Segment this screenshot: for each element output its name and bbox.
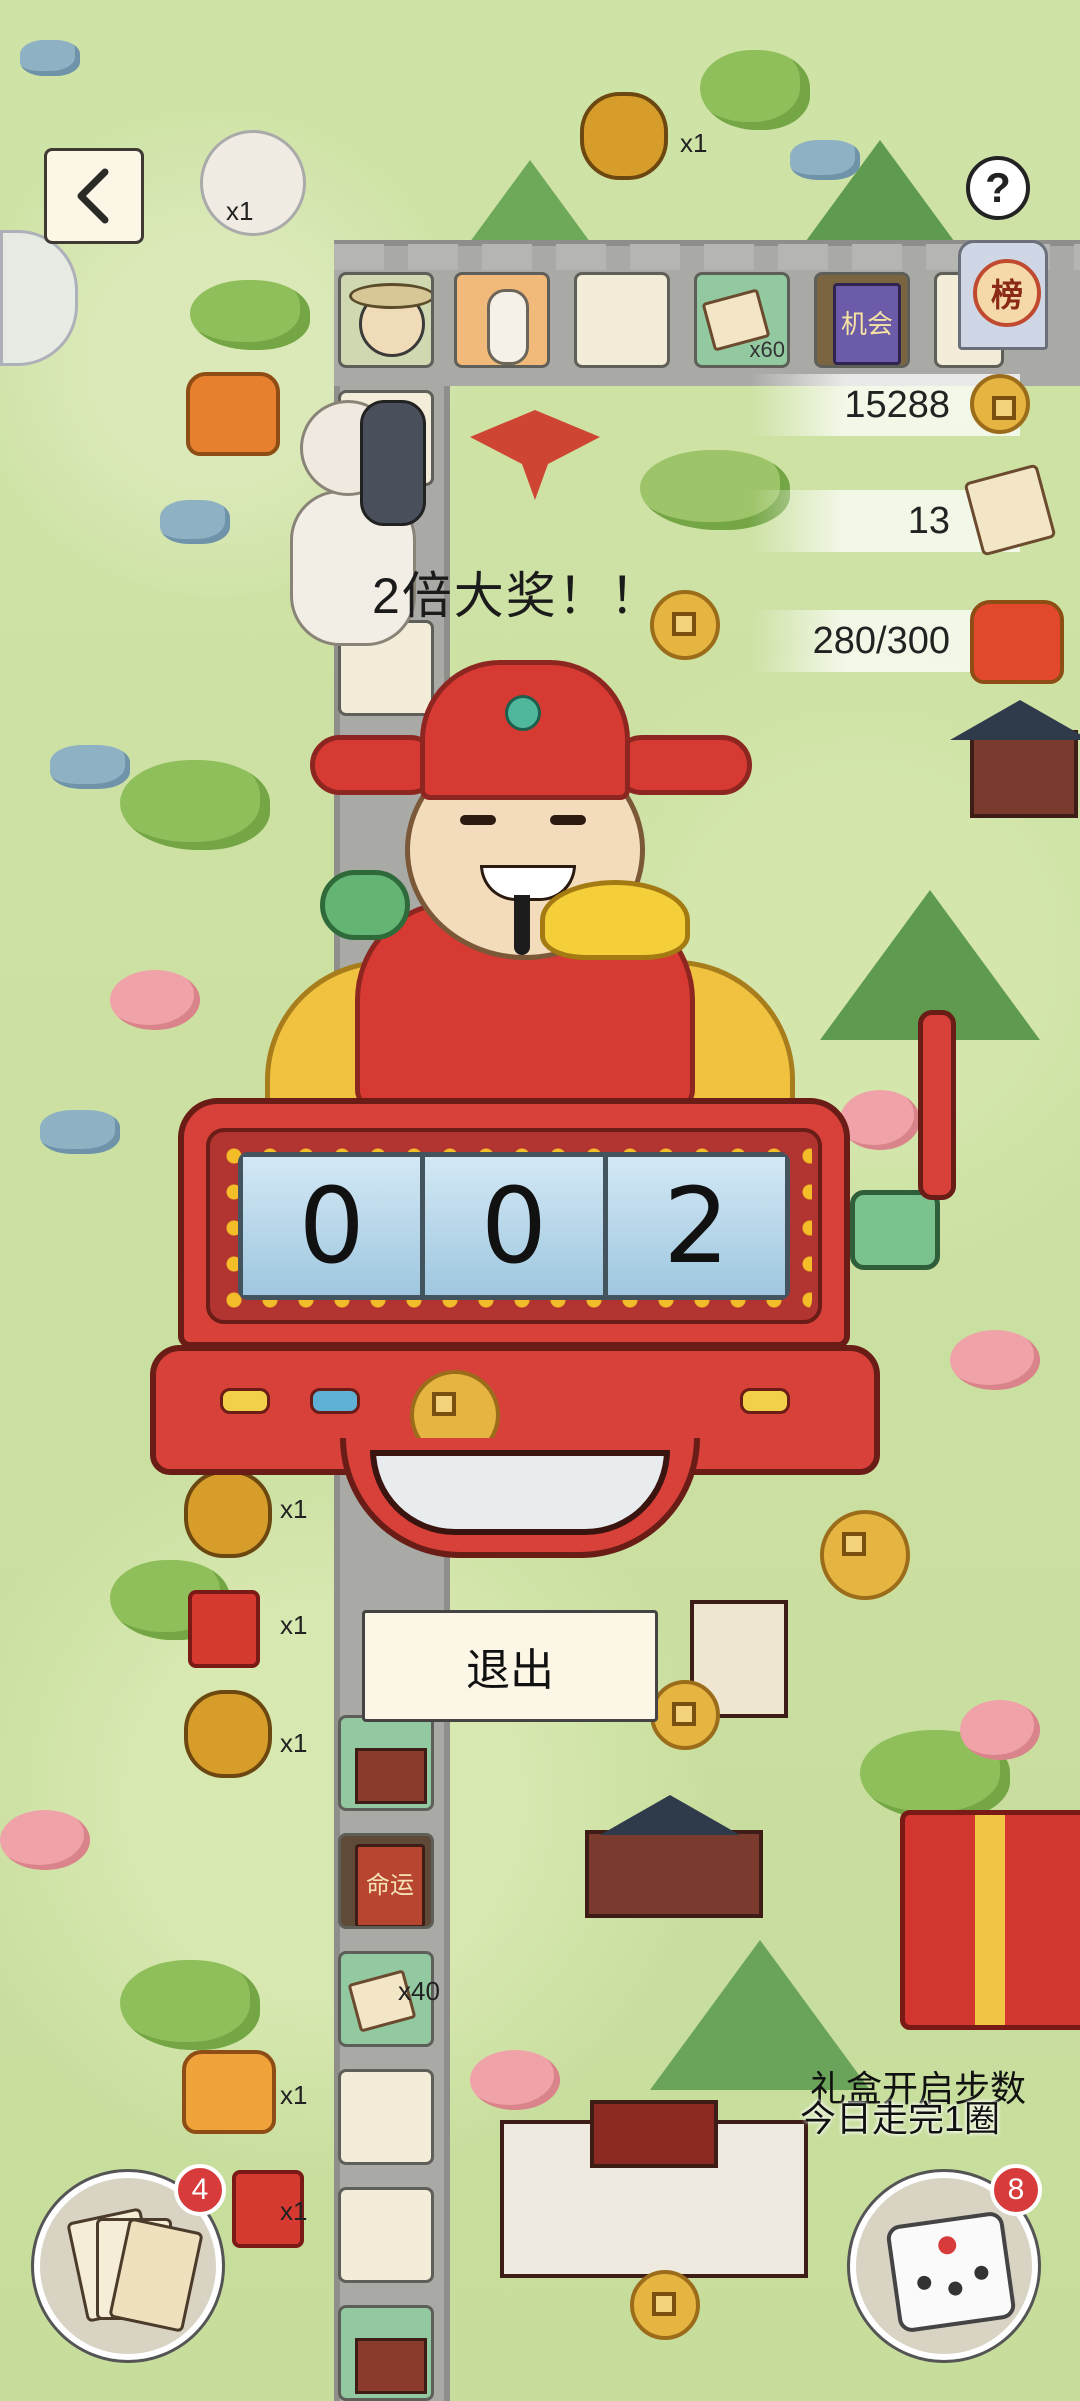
hat-jewel <box>505 695 541 731</box>
building-icon <box>355 1748 427 1804</box>
coin-icon <box>820 1510 910 1600</box>
temple-decoration <box>585 1830 763 1918</box>
blossom-decoration <box>840 1090 920 1150</box>
tile-count: x60 <box>749 337 785 362</box>
alpaca-icon <box>487 289 529 365</box>
rock-decoration <box>160 500 230 544</box>
chevron-left-icon <box>77 168 109 224</box>
slot-button-blue <box>310 1388 360 1414</box>
exit-label: 退出 <box>466 1646 554 1695</box>
building-icon <box>355 2338 427 2394</box>
palace-top-decoration <box>590 2100 718 2168</box>
pot-icon <box>184 1690 272 1778</box>
progress-amount: 280/300 <box>812 619 950 662</box>
blossom-decoration <box>110 970 200 1030</box>
hat-wing <box>612 735 752 795</box>
pot-icon <box>580 92 668 180</box>
exit-button[interactable]: 退出 <box>362 1610 658 1722</box>
pot-icon <box>184 1470 272 1558</box>
leaderboard-icon: 榜 <box>973 259 1041 327</box>
board-tile-character <box>338 272 434 368</box>
firecracker-icon <box>188 1590 260 1668</box>
item-count: x1 <box>280 2196 308 2226</box>
blossom-decoration <box>960 1700 1040 1760</box>
reel-2: 0 <box>425 1157 608 1295</box>
leaderboard-button[interactable]: 榜 <box>958 240 1048 350</box>
item-count: x1 <box>280 1610 308 1640</box>
coin-icon <box>650 1680 720 1750</box>
gift-bag-icon <box>182 2050 276 2134</box>
lucky-bag-icon <box>970 600 1064 684</box>
item-count: x1 <box>680 128 708 158</box>
board-tile-empty <box>338 2069 434 2165</box>
coin-icon <box>970 374 1030 434</box>
back-button[interactable] <box>44 148 144 244</box>
board-tile-building <box>338 1715 434 1811</box>
slot-button-yellow <box>740 1388 790 1414</box>
reel-1: 0 <box>243 1157 426 1295</box>
chance-book-icon: 机会 <box>833 283 901 365</box>
question-icon: ? <box>985 164 1011 211</box>
dice-pip <box>973 2264 990 2281</box>
board-tile-building <box>338 2305 434 2401</box>
eye <box>460 815 496 825</box>
dice-pip <box>916 2274 933 2291</box>
gift-box[interactable] <box>900 1810 1080 2030</box>
pagoda-roof-decoration <box>950 700 1080 740</box>
board-tile-alpaca <box>454 272 550 368</box>
board-tile-empty <box>338 2187 434 2283</box>
blossom-decoration <box>0 1810 90 1870</box>
fate-book-icon: 命运 <box>355 1844 425 1926</box>
slot-mouth <box>370 1450 670 1535</box>
item-count: x1 <box>280 1494 308 1524</box>
board-tile-empty <box>574 272 670 368</box>
lever-base <box>850 1190 940 1270</box>
rock-decoration <box>790 140 860 180</box>
help-button[interactable]: ? <box>966 156 1030 220</box>
board-tile-chance: 机会 <box>814 272 910 368</box>
coin-amount: 15288 <box>844 383 950 426</box>
board-tile-ticket: x60 <box>694 272 790 368</box>
temple-roof-decoration <box>600 1795 740 1835</box>
rider-icon <box>360 400 426 526</box>
gift-box-status: 今日走完1圈 <box>800 2098 1001 2139</box>
rock-decoration <box>40 1110 120 1154</box>
item-count: x1 <box>226 196 254 226</box>
gift-bag-icon <box>186 372 280 456</box>
tree-decoration <box>120 1960 260 2050</box>
god-hat <box>420 660 630 800</box>
blossom-decoration <box>470 2050 560 2110</box>
ticket-amount: 13 <box>907 499 950 542</box>
board-tile-fate: 命运 <box>338 1833 434 1929</box>
dice-count-badge: 8 <box>990 2164 1042 2216</box>
cards-count-badge: 4 <box>174 2164 226 2216</box>
tree-decoration <box>700 50 810 130</box>
eye <box>550 815 586 825</box>
item-count: x1 <box>280 1728 308 1758</box>
jade-ruyi-icon <box>320 870 410 940</box>
dice-pip <box>937 2235 958 2256</box>
reel-window: 0 0 2 <box>238 1152 790 1300</box>
item-count: x1 <box>280 2080 308 2110</box>
dice-pip <box>947 2280 964 2297</box>
dice-icon <box>885 2210 1017 2334</box>
gold-ingot-icon <box>540 880 690 960</box>
slot-lever[interactable] <box>918 1010 956 1200</box>
tile-count: x40 <box>398 1976 440 2006</box>
reel-3: 2 <box>607 1157 785 1295</box>
beard <box>514 895 530 955</box>
straw-hat-icon <box>349 283 431 309</box>
tree-decoration <box>190 280 310 350</box>
rock-decoration <box>20 40 80 76</box>
slot-button-yellow <box>220 1388 270 1414</box>
pagoda-decoration <box>970 730 1078 818</box>
rock-decoration <box>50 745 130 789</box>
blossom-decoration <box>950 1330 1040 1390</box>
coin-icon <box>630 2270 700 2340</box>
jackpot-message: 2倍大奖！！ <box>372 568 662 624</box>
